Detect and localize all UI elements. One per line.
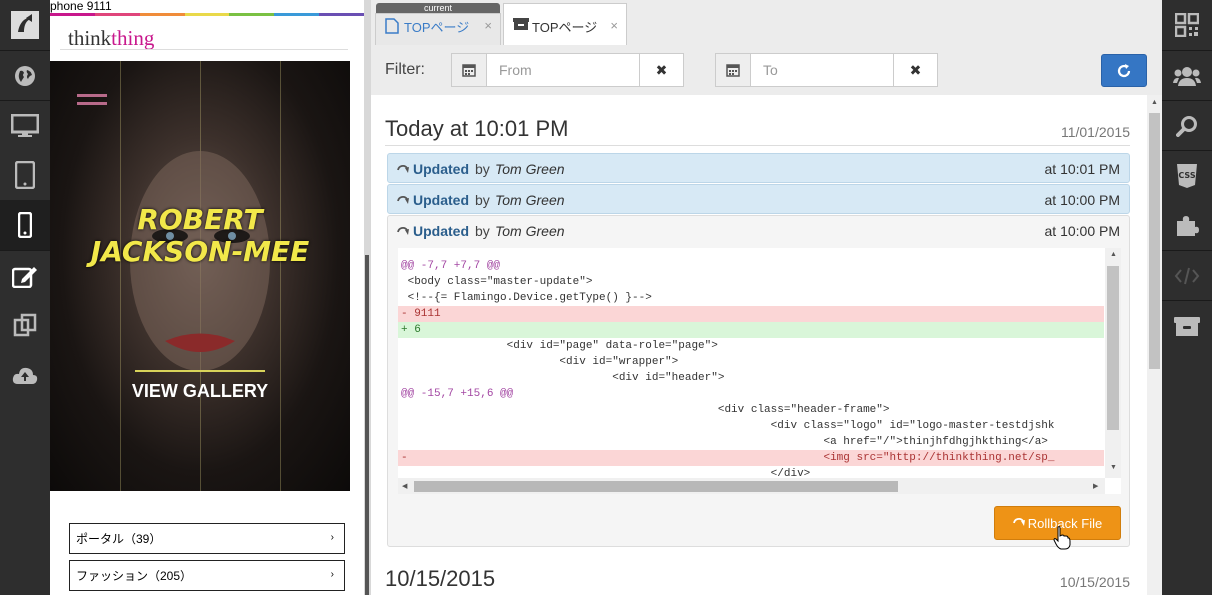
puzzle-icon[interactable] [1162, 200, 1212, 250]
css-icon[interactable]: CSS [1162, 150, 1212, 200]
search-icon[interactable] [1162, 100, 1212, 150]
color-strip [50, 13, 364, 16]
main-panel: current TOPページ × TOPページ × Filter: From ✖ [371, 0, 1162, 595]
day-heading: Today at 10:01 PM [385, 116, 569, 141]
tab-top-page-file[interactable]: TOPページ × [375, 13, 501, 45]
device-label: phone 9111 [50, 0, 112, 13]
diff-line-ctx: <div id="page" data-role="page"> [401, 340, 718, 352]
day-date: 10/15/2015 [1059, 574, 1130, 590]
tablet-icon[interactable] [0, 150, 50, 200]
history-entry-expanded[interactable]: Updated by Tom Green at 10:00 PM @@ -7,7… [387, 215, 1130, 550]
calendar-icon[interactable] [715, 53, 751, 87]
portrait-image [130, 151, 270, 371]
device-preview: phone 9111 thinkthing ROBERT JACKSON-MEE… [50, 0, 364, 595]
color-strip-segment [184, 13, 231, 16]
diff-line-ctx: <div id="wrapper"> [401, 356, 679, 368]
copy-icon[interactable] [0, 300, 50, 350]
refresh-button[interactable] [1101, 54, 1147, 87]
calendar-icon[interactable] [451, 53, 487, 87]
site-logo[interactable]: thinkthing [68, 26, 154, 51]
category-item-fashion[interactable]: ファッション（205） › [69, 560, 345, 591]
color-strip-segment [139, 13, 186, 16]
diff-line-ctx: <div class="header-frame"> [401, 404, 890, 416]
diff-vertical-scrollbar[interactable]: ▲ ▼ [1105, 248, 1121, 478]
panel-splitter[interactable] [364, 0, 371, 595]
clear-from-button[interactable]: ✖ [639, 53, 684, 87]
to-date-input[interactable]: To [751, 53, 893, 87]
logo-icon[interactable] [0, 0, 50, 50]
phone-icon[interactable] [0, 200, 50, 250]
tab-close-icon[interactable]: × [610, 18, 618, 33]
clear-to-button[interactable]: ✖ [893, 53, 938, 87]
history-entry[interactable]: Updated by Tom Green at 10:00 PM [387, 184, 1130, 214]
day-date: 11/01/2015 [1060, 124, 1130, 140]
color-strip-segment [94, 13, 141, 16]
diff-line-add: + 6 [398, 322, 1104, 338]
from-date-input[interactable]: From [487, 53, 639, 87]
code-icon[interactable] [1162, 250, 1212, 300]
diff-line-del: - <img src="http://thinkthing.net/sp_ [398, 450, 1104, 466]
update-icon [397, 225, 409, 241]
header-divider [60, 49, 348, 50]
right-toolbar: CSS [1162, 0, 1212, 595]
to-date-group: To ✖ [715, 53, 938, 87]
update-icon [397, 194, 409, 210]
filter-bar: Filter: From ✖ To ✖ [371, 45, 1162, 95]
tab-bar: current TOPページ × TOPページ × [371, 0, 1162, 46]
diff-line-del: - 9111 [398, 306, 1104, 322]
desktop-icon[interactable] [0, 100, 50, 150]
svg-text:CSS: CSS [1178, 171, 1195, 180]
hand-cursor-icon [1053, 526, 1071, 550]
diff-horizontal-scrollbar[interactable]: ◀ ▶ [398, 478, 1105, 494]
hero-divider [135, 370, 265, 372]
diff-line-hunk: @@ -7,7 +7,7 @@ [401, 260, 501, 272]
history-entry[interactable]: Updated by Tom Green at 10:01 PM [387, 153, 1130, 183]
left-toolbar [0, 0, 50, 595]
category-item-portal[interactable]: ポータル（39） › [69, 523, 345, 554]
tab-close-icon[interactable]: × [484, 18, 492, 33]
diff-view: @@ -7,7 +7,7 @@ <body class="master-upda… [398, 248, 1121, 494]
update-icon [397, 163, 409, 179]
diff-line-hunk: @@ -15,7 +15,6 @@ [401, 388, 514, 400]
day-heading: 10/15/2015 [385, 566, 496, 591]
diff-line-ctx: <div id="header"> [401, 372, 725, 384]
diff-line-ctx: <div class="logo" id="logo-master-testdj… [401, 420, 1055, 432]
color-strip-segment [319, 13, 364, 16]
hero-title: ROBERT JACKSON-MEE [90, 203, 310, 268]
color-strip-segment [229, 13, 276, 16]
file-icon [385, 18, 399, 37]
archive-icon[interactable] [1162, 300, 1212, 350]
diff-line-ctx: <a href="/">thinjhfdhgjhkthing</a> [401, 436, 1048, 448]
diff-line-ctx: <!--{= Flamingo.Device.getType() }--> [401, 292, 652, 304]
view-gallery-link[interactable]: VIEW GALLERY [50, 381, 350, 402]
upload-cloud-icon[interactable] [0, 350, 50, 400]
current-badge: current [376, 3, 500, 13]
qr-code-icon[interactable] [1162, 0, 1212, 50]
tab-top-page-history[interactable]: TOPページ × [503, 3, 627, 46]
hero-banner: ROBERT JACKSON-MEE VIEW GALLERY [50, 61, 350, 491]
archive-icon [513, 17, 529, 34]
users-icon[interactable] [1162, 50, 1212, 100]
rollback-icon [1012, 518, 1025, 526]
filter-label: Filter: [385, 61, 425, 78]
main-scrollbar[interactable]: ▲ [1147, 95, 1162, 595]
diff-line-ctx: <body class="master-update"> [401, 276, 593, 288]
history-list: Today at 10:01 PM 11/01/2015 Updated by … [371, 95, 1148, 595]
edit-icon[interactable] [0, 250, 50, 300]
refresh-icon [1117, 63, 1131, 77]
color-strip-segment [274, 13, 321, 16]
from-date-group: From ✖ [451, 53, 684, 87]
hamburger-menu-icon[interactable] [77, 94, 107, 110]
color-strip-segment [50, 13, 96, 16]
globe-icon[interactable] [0, 50, 50, 100]
